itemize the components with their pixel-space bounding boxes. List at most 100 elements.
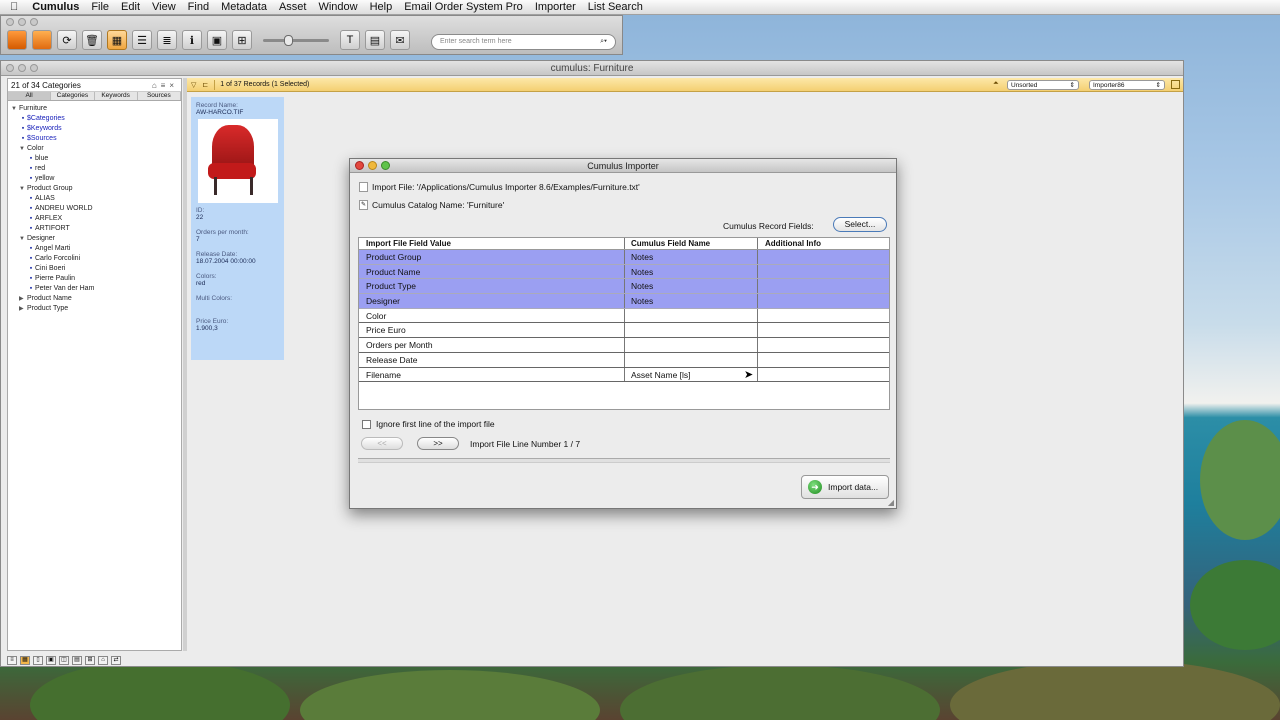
list-icon[interactable]: ≡: [7, 655, 17, 665]
tab-all[interactable]: All: [8, 92, 52, 100]
field-value-cell[interactable]: Color: [359, 308, 625, 323]
cumulus-field-cell[interactable]: [625, 308, 758, 323]
table-row[interactable]: Filename Asset Name [ls]: [359, 367, 889, 383]
disclosure-closed-icon[interactable]: ▶: [19, 304, 27, 314]
expand-icon[interactable]: [1171, 80, 1180, 89]
thumbnail-view-icon[interactable]: ▦: [107, 30, 127, 50]
menu-window[interactable]: Window: [318, 1, 357, 13]
search-input[interactable]: Enter search term here: [440, 38, 512, 46]
cumulus-field-cell[interactable]: [625, 323, 758, 338]
search-field[interactable]: Enter search term here ⌕▾: [431, 34, 616, 50]
field-value-cell[interactable]: Product Name: [359, 264, 625, 279]
importer-select[interactable]: Importer86 ⇕: [1089, 80, 1165, 90]
record-card[interactable]: Record Name: AW-HARCO.TIF ID: 22 Orders …: [191, 97, 284, 360]
tree-item[interactable]: ▶ Product Name: [8, 294, 181, 304]
slider-knob[interactable]: [284, 34, 293, 46]
close-icon[interactable]: [355, 161, 364, 170]
detail-view-icon[interactable]: ≣: [157, 30, 177, 50]
add-asset-icon[interactable]: [32, 30, 52, 50]
table-icon[interactable]: ▤: [72, 655, 82, 665]
split-icon[interactable]: ◫: [59, 655, 69, 665]
table-row[interactable]: Price Euro: [359, 323, 889, 339]
tree-item[interactable]: ▪ $Categories: [8, 114, 181, 124]
disclosure-open-icon[interactable]: ▼: [19, 144, 27, 154]
close-icon[interactable]: [6, 64, 14, 72]
tree-item[interactable]: ▪ ARFLEX: [8, 214, 181, 224]
tree-item[interactable]: ▼ Product Group: [8, 184, 181, 194]
previous-line-button[interactable]: <<: [361, 437, 403, 450]
disclosure-open-icon[interactable]: ▼: [11, 104, 19, 114]
refresh-icon[interactable]: ⟳: [57, 30, 77, 50]
select-button[interactable]: Select...: [833, 217, 887, 232]
additional-info-cell[interactable]: [758, 265, 889, 279]
field-value-cell[interactable]: Filename: [359, 367, 625, 382]
tree-item[interactable]: ▼ Color: [8, 144, 181, 154]
sync-icon[interactable]: ⇄: [111, 655, 121, 665]
close-icon[interactable]: [6, 18, 14, 26]
additional-info-cell[interactable]: [758, 250, 889, 264]
table-row[interactable]: Product Type Notes: [359, 279, 889, 295]
import-data-button[interactable]: ➜ Import data...: [801, 475, 889, 499]
table-row[interactable]: Orders per Month: [359, 338, 889, 353]
search-icon[interactable]: ⌕▾: [600, 38, 607, 46]
menu-list-search[interactable]: List Search: [588, 1, 643, 13]
tree-item[interactable]: ▪ $Sources: [8, 134, 181, 144]
field-value-cell[interactable]: Product Type: [359, 279, 625, 294]
tree-item[interactable]: ▪ Pierre Paulin: [8, 274, 181, 284]
resize-grip-icon[interactable]: ◢: [888, 498, 894, 507]
text-icon[interactable]: T: [340, 30, 360, 50]
menu-find[interactable]: Find: [188, 1, 209, 13]
disclosure-open-icon[interactable]: ▼: [19, 234, 27, 244]
field-value-cell[interactable]: Product Group: [359, 250, 625, 264]
ignore-first-line-checkbox[interactable]: [362, 419, 371, 429]
contact-sheet-icon[interactable]: ⊞: [232, 30, 252, 50]
share-icon[interactable]: ✉: [390, 30, 410, 50]
menu-view[interactable]: View: [152, 1, 176, 13]
collection-icon[interactable]: ⊏: [202, 81, 208, 89]
menu-importer[interactable]: Importer: [535, 1, 576, 13]
image-icon[interactable]: ▤: [365, 30, 385, 50]
tree-item[interactable]: ▪ ANDREU WORLD: [8, 204, 181, 214]
table-row[interactable]: Release Date: [359, 352, 889, 368]
menu-email-order-system[interactable]: Email Order System Pro: [404, 1, 523, 13]
minimize-icon[interactable]: [368, 161, 377, 170]
cumulus-field-cell[interactable]: Notes: [625, 279, 758, 294]
sidebar-splitter[interactable]: [183, 78, 187, 651]
cumulus-field-cell[interactable]: Notes: [625, 264, 758, 279]
record-thumbnail[interactable]: [198, 119, 278, 203]
sort-select[interactable]: Unsorted ⇕: [1007, 80, 1079, 90]
cumulus-field-cell[interactable]: [625, 338, 758, 352]
tree-item[interactable]: ▪ yellow: [8, 174, 181, 184]
preview-icon[interactable]: ▣: [46, 655, 56, 665]
field-value-cell[interactable]: Orders per Month: [359, 338, 625, 352]
additional-info-cell[interactable]: [758, 309, 889, 323]
additional-info-cell[interactable]: [758, 279, 889, 293]
tree-item[interactable]: ▪ Angel Marti: [8, 244, 181, 254]
tree-item[interactable]: ▪ Cini Boeri: [8, 264, 181, 274]
preview-icon[interactable]: ▣: [207, 30, 227, 50]
apple-menu-icon[interactable]: : [10, 1, 18, 13]
menu-help[interactable]: Help: [370, 1, 393, 13]
additional-info-cell[interactable]: [758, 338, 889, 352]
ignore-first-line-option[interactable]: Ignore first line of the import file: [362, 419, 495, 429]
table-row[interactable]: Designer Notes: [359, 294, 889, 309]
thumbnail-size-slider[interactable]: [263, 34, 329, 46]
tree-item[interactable]: ▪ $Keywords: [8, 124, 181, 134]
grid-icon[interactable]: ⊞: [85, 655, 95, 665]
tree-item[interactable]: ▼ Furniture: [8, 104, 181, 114]
thumbnail-icon[interactable]: ▦: [20, 655, 30, 665]
cumulus-field-cell[interactable]: [625, 352, 758, 367]
trash-icon[interactable]: ⌂: [98, 655, 108, 665]
zoom-icon[interactable]: [381, 161, 390, 170]
menu-file[interactable]: File: [91, 1, 109, 13]
tree-item[interactable]: ▪ red: [8, 164, 181, 174]
column-header[interactable]: Cumulus Field Name: [625, 238, 758, 249]
zoom-icon[interactable]: [30, 64, 38, 72]
additional-info-cell[interactable]: [758, 323, 889, 337]
sort-direction-icon[interactable]: ⏶: [993, 80, 999, 88]
tree-item[interactable]: ▪ Peter Van der Ham: [8, 284, 181, 294]
cumulus-field-cell[interactable]: Notes: [625, 250, 758, 264]
column-header[interactable]: Import File Field Value: [359, 238, 625, 249]
table-row[interactable]: Product Group Notes: [359, 250, 889, 265]
column-header[interactable]: Additional Info: [758, 238, 889, 249]
